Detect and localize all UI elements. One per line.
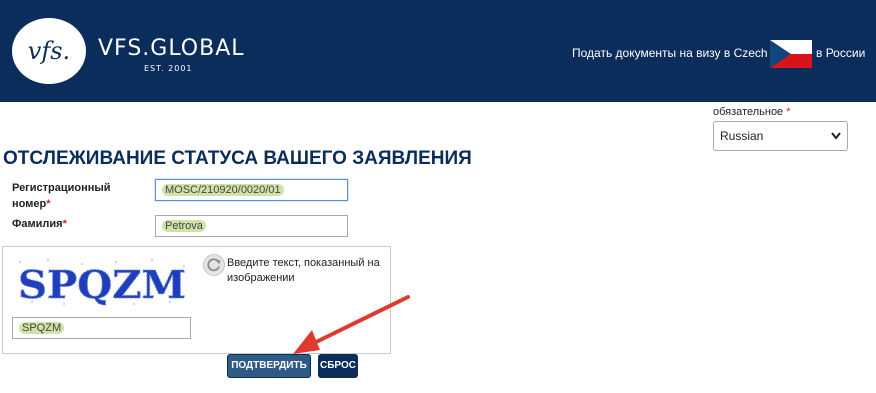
site-header: vfs. VFS.GLOBAL EST. 2001 Подать докумен… — [0, 0, 876, 102]
reset-button[interactable]: СБРОС — [318, 354, 358, 378]
surname-value: Petrova — [162, 220, 206, 232]
chevron-down-icon — [831, 122, 841, 161]
submit-button[interactable]: ПОДТВЕРДИТЬ — [227, 354, 311, 378]
refresh-icon[interactable] — [203, 254, 225, 276]
header-text-after-flag: в России — [816, 46, 866, 60]
header-text-before-flag: Подать документы на визу в Czech — [572, 46, 768, 60]
vfs-logo[interactable]: vfs. — [12, 18, 86, 84]
captcha-image-text: SPQZM — [18, 262, 186, 307]
page-title: ОТСЛЕЖИВАНИЕ СТАТУСА ВАШЕГО ЗАЯВЛЕНИЯ — [3, 148, 472, 169]
surname-label: Фамилия* — [12, 218, 67, 230]
language-selected-value: Russian — [720, 129, 764, 143]
captcha-image: SPQZM — [12, 254, 192, 310]
czech-flag-icon — [770, 40, 812, 68]
surname-input[interactable]: Petrova — [155, 215, 348, 237]
required-mark: * — [62, 218, 67, 230]
captcha-input[interactable]: SPQZM — [12, 317, 191, 339]
reg-number-value: MOSC/210920/0020/01 — [162, 184, 284, 196]
required-mark: * — [46, 198, 51, 210]
brand-name: VFS.GLOBAL — [98, 36, 245, 61]
logo-mark: vfs. — [27, 37, 71, 65]
reg-number-label: Регистрационный номер* — [12, 182, 111, 210]
captcha-help-text: Введите текст, показанный на изображении — [227, 257, 380, 284]
language-select[interactable]: Russian — [713, 121, 848, 151]
required-mark: * — [786, 106, 791, 118]
brand-est: EST. 2001 — [144, 64, 193, 73]
language-label: обязательное * — [713, 106, 791, 118]
reg-number-input[interactable]: MOSC/210920/0020/01 — [155, 179, 348, 201]
captcha-input-value: SPQZM — [19, 322, 65, 334]
